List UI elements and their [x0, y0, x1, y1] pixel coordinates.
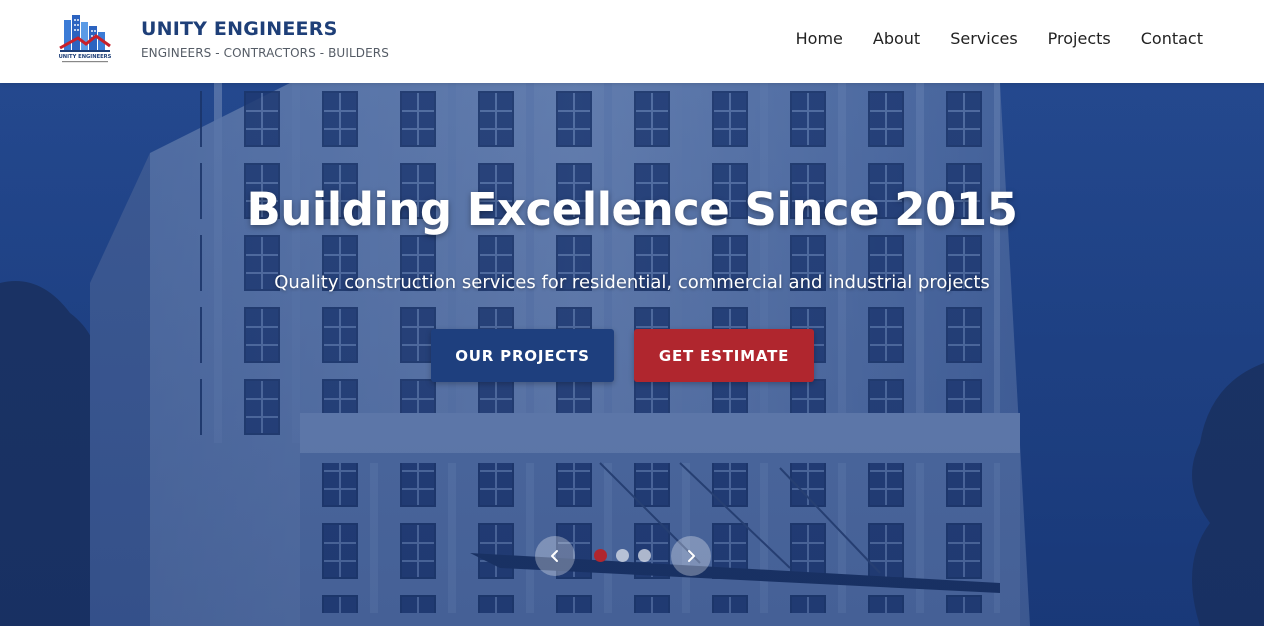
site-header: UNITY ENGINEERS UNITY ENGINEERS ENGINEER… [0, 0, 1264, 83]
carousel-prev-button[interactable] [535, 536, 575, 576]
nav-projects[interactable]: Projects [1048, 29, 1111, 49]
carousel-dot-1[interactable] [594, 549, 607, 562]
get-estimate-button[interactable]: GET ESTIMATE [634, 329, 814, 382]
main-nav: Home About Services Projects Contact [766, 29, 1203, 49]
carousel-dot-3[interactable] [638, 549, 651, 562]
hero-section: Building Excellence Since 2015 Quality c… [0, 83, 1264, 626]
our-projects-button[interactable]: OUR PROJECTS [431, 329, 614, 382]
nav-contact[interactable]: Contact [1141, 29, 1203, 49]
hero-subtitle: Quality construction services for reside… [274, 272, 990, 293]
hero-title: Building Excellence Since 2015 [246, 183, 1018, 236]
brand-text: UNITY ENGINEERS ENGINEERS - CONTRACTORS … [141, 18, 389, 60]
carousel-dot-2[interactable] [616, 549, 629, 562]
chevron-left-icon [551, 550, 558, 562]
company-logo: UNITY ENGINEERS [59, 15, 112, 63]
chevron-right-icon [688, 550, 695, 562]
logo-text: UNITY ENGINEERS [59, 54, 112, 60]
carousel-indicators [594, 549, 660, 562]
hero-overlay [0, 83, 1264, 626]
nav-home[interactable]: Home [796, 29, 843, 49]
carousel-next-button[interactable] [671, 536, 711, 576]
brand-tagline: ENGINEERS - CONTRACTORS - BUILDERS [141, 46, 389, 60]
brand-name[interactable]: UNITY ENGINEERS [141, 18, 389, 40]
nav-services[interactable]: Services [950, 29, 1017, 49]
brand[interactable]: UNITY ENGINEERS UNITY ENGINEERS ENGINEER… [56, 12, 389, 68]
nav-about[interactable]: About [873, 29, 920, 49]
